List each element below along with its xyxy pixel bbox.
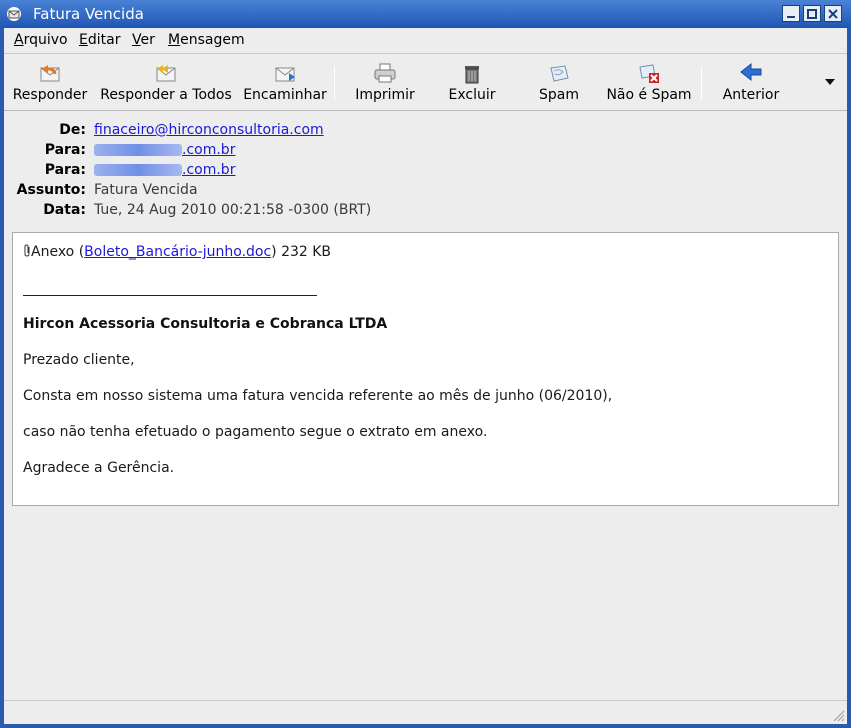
- message-body[interactable]: Anexo (Boleto_Bancário-junho.doc) 232 KB…: [12, 232, 839, 506]
- attachment-link[interactable]: Boleto_Bancário-junho.doc: [84, 244, 271, 260]
- menu-editar-mnemonic: E: [79, 32, 88, 48]
- menu-editar[interactable]: Editar: [79, 32, 120, 48]
- to-address-link-1[interactable]: .com.br: [94, 142, 235, 158]
- maximize-icon: [807, 9, 817, 19]
- reply-icon: [40, 65, 60, 82]
- reply-all-label: Responder a Todos: [100, 87, 232, 103]
- subject-label: Assunto:: [16, 182, 86, 198]
- date-value: Tue, 24 Aug 2010 00:21:58 -0300 (BRT): [94, 202, 372, 218]
- attachment-size: ) 232 KB: [271, 244, 332, 260]
- previous-button[interactable]: Anterior: [716, 55, 786, 111]
- mail-app-icon: [6, 6, 23, 22]
- spam-label: Spam: [539, 87, 579, 103]
- printer-icon: [374, 63, 396, 83]
- redacted-address: [94, 164, 182, 176]
- resize-grip-icon[interactable]: [831, 708, 845, 722]
- menu-editar-rest: ditar: [87, 32, 121, 48]
- menu-mensagem[interactable]: Mensagem: [168, 32, 245, 48]
- menu-mensagem-rest: ensagem: [180, 32, 245, 48]
- menu-mensagem-mnemonic: M: [168, 32, 181, 48]
- not-spam-label: Não é Spam: [606, 87, 692, 103]
- not-spam-button[interactable]: Não é Spam: [604, 55, 694, 111]
- reply-all-icon: [156, 65, 176, 82]
- forward-button[interactable]: Encaminhar: [242, 55, 328, 111]
- maximize-button[interactable]: [803, 5, 821, 22]
- greeting: Prezado cliente,: [23, 352, 135, 368]
- header-to-2: Para: .com.br: [4, 162, 847, 182]
- toolbar-overflow-button[interactable]: [820, 55, 840, 111]
- paperclip-icon: [24, 244, 30, 257]
- message-headers: De: finaceiro@hirconconsultoria.com Para…: [4, 112, 847, 232]
- menu-arquivo[interactable]: Arquivo: [14, 32, 68, 48]
- mail-window: Fatura Vencida Arquivo Editar Ver Mensag…: [0, 0, 851, 728]
- forward-label: Encaminhar: [243, 87, 327, 103]
- window-title: Fatura Vencida: [33, 5, 144, 23]
- from-label: De:: [59, 122, 86, 138]
- toolbar-separator: [701, 66, 702, 100]
- menu-arquivo-rest: rquivo: [23, 32, 68, 48]
- menu-arquivo-mnemonic: A: [14, 32, 24, 48]
- title-bar[interactable]: Fatura Vencida: [0, 0, 851, 28]
- toolbar: Responder Responder a Todos Encaminhar I…: [4, 55, 847, 111]
- previous-label: Anterior: [722, 87, 780, 103]
- attachment-line: Anexo (Boleto_Bancário-junho.doc) 232 KB: [23, 244, 331, 260]
- menu-bar: Arquivo Editar Ver Mensagem: [4, 28, 847, 54]
- window-client: Arquivo Editar Ver Mensagem Responder Re…: [4, 28, 847, 724]
- print-label: Imprimir: [355, 87, 415, 103]
- close-button[interactable]: [824, 5, 842, 22]
- close-icon: [828, 9, 838, 19]
- minimize-icon: [787, 16, 795, 18]
- body-line-1: Consta em nosso sistema uma fatura venci…: [23, 388, 613, 404]
- arrow-left-icon: [740, 62, 762, 82]
- reply-button[interactable]: Responder: [8, 55, 92, 111]
- chevron-down-icon: [825, 79, 835, 85]
- trash-icon: [465, 66, 479, 84]
- menu-ver[interactable]: Ver: [132, 32, 155, 48]
- header-to-1: Para: .com.br: [4, 142, 847, 162]
- closing: Agradece a Gerência.: [23, 460, 175, 476]
- to-label: Para:: [44, 162, 86, 178]
- to-address-suffix-1: .com.br: [182, 142, 236, 158]
- reply-all-button[interactable]: Responder a Todos: [97, 55, 235, 111]
- spam-button[interactable]: Spam: [529, 55, 589, 111]
- company-name: Hircon Acessoria Consultoria e Cobranca …: [23, 316, 388, 332]
- menu-ver-rest: er: [140, 32, 155, 48]
- body-line-2: caso não tenha efetuado o pagamento segu…: [23, 424, 488, 440]
- to-label: Para:: [44, 142, 86, 158]
- header-subject: Assunto: Fatura Vencida: [4, 182, 847, 202]
- print-button[interactable]: Imprimir: [350, 55, 420, 111]
- forward-icon: [275, 67, 295, 82]
- delete-button[interactable]: Excluir: [440, 55, 504, 111]
- header-date: Data: Tue, 24 Aug 2010 00:21:58 -0300 (B…: [4, 202, 847, 222]
- attachment-prefix: Anexo (: [31, 244, 85, 260]
- delete-label: Excluir: [448, 87, 496, 103]
- from-address-link[interactable]: finaceiro@hirconconsultoria.com: [94, 122, 324, 138]
- header-from: De: finaceiro@hirconconsultoria.com: [4, 122, 847, 142]
- reply-label: Responder: [12, 87, 88, 103]
- minimize-button[interactable]: [782, 5, 800, 22]
- horizontal-rule: [23, 295, 317, 296]
- subject-value: Fatura Vencida: [94, 182, 198, 198]
- menu-ver-mnemonic: V: [132, 32, 141, 48]
- toolbar-separator: [334, 66, 335, 100]
- to-address-link-2[interactable]: .com.br: [94, 162, 235, 178]
- date-label: Data:: [43, 202, 86, 218]
- not-spam-icon: [639, 64, 659, 83]
- spam-icon: [550, 65, 569, 82]
- status-bar: [4, 700, 847, 724]
- to-address-suffix-2: .com.br: [182, 162, 236, 178]
- redacted-address: [94, 144, 182, 156]
